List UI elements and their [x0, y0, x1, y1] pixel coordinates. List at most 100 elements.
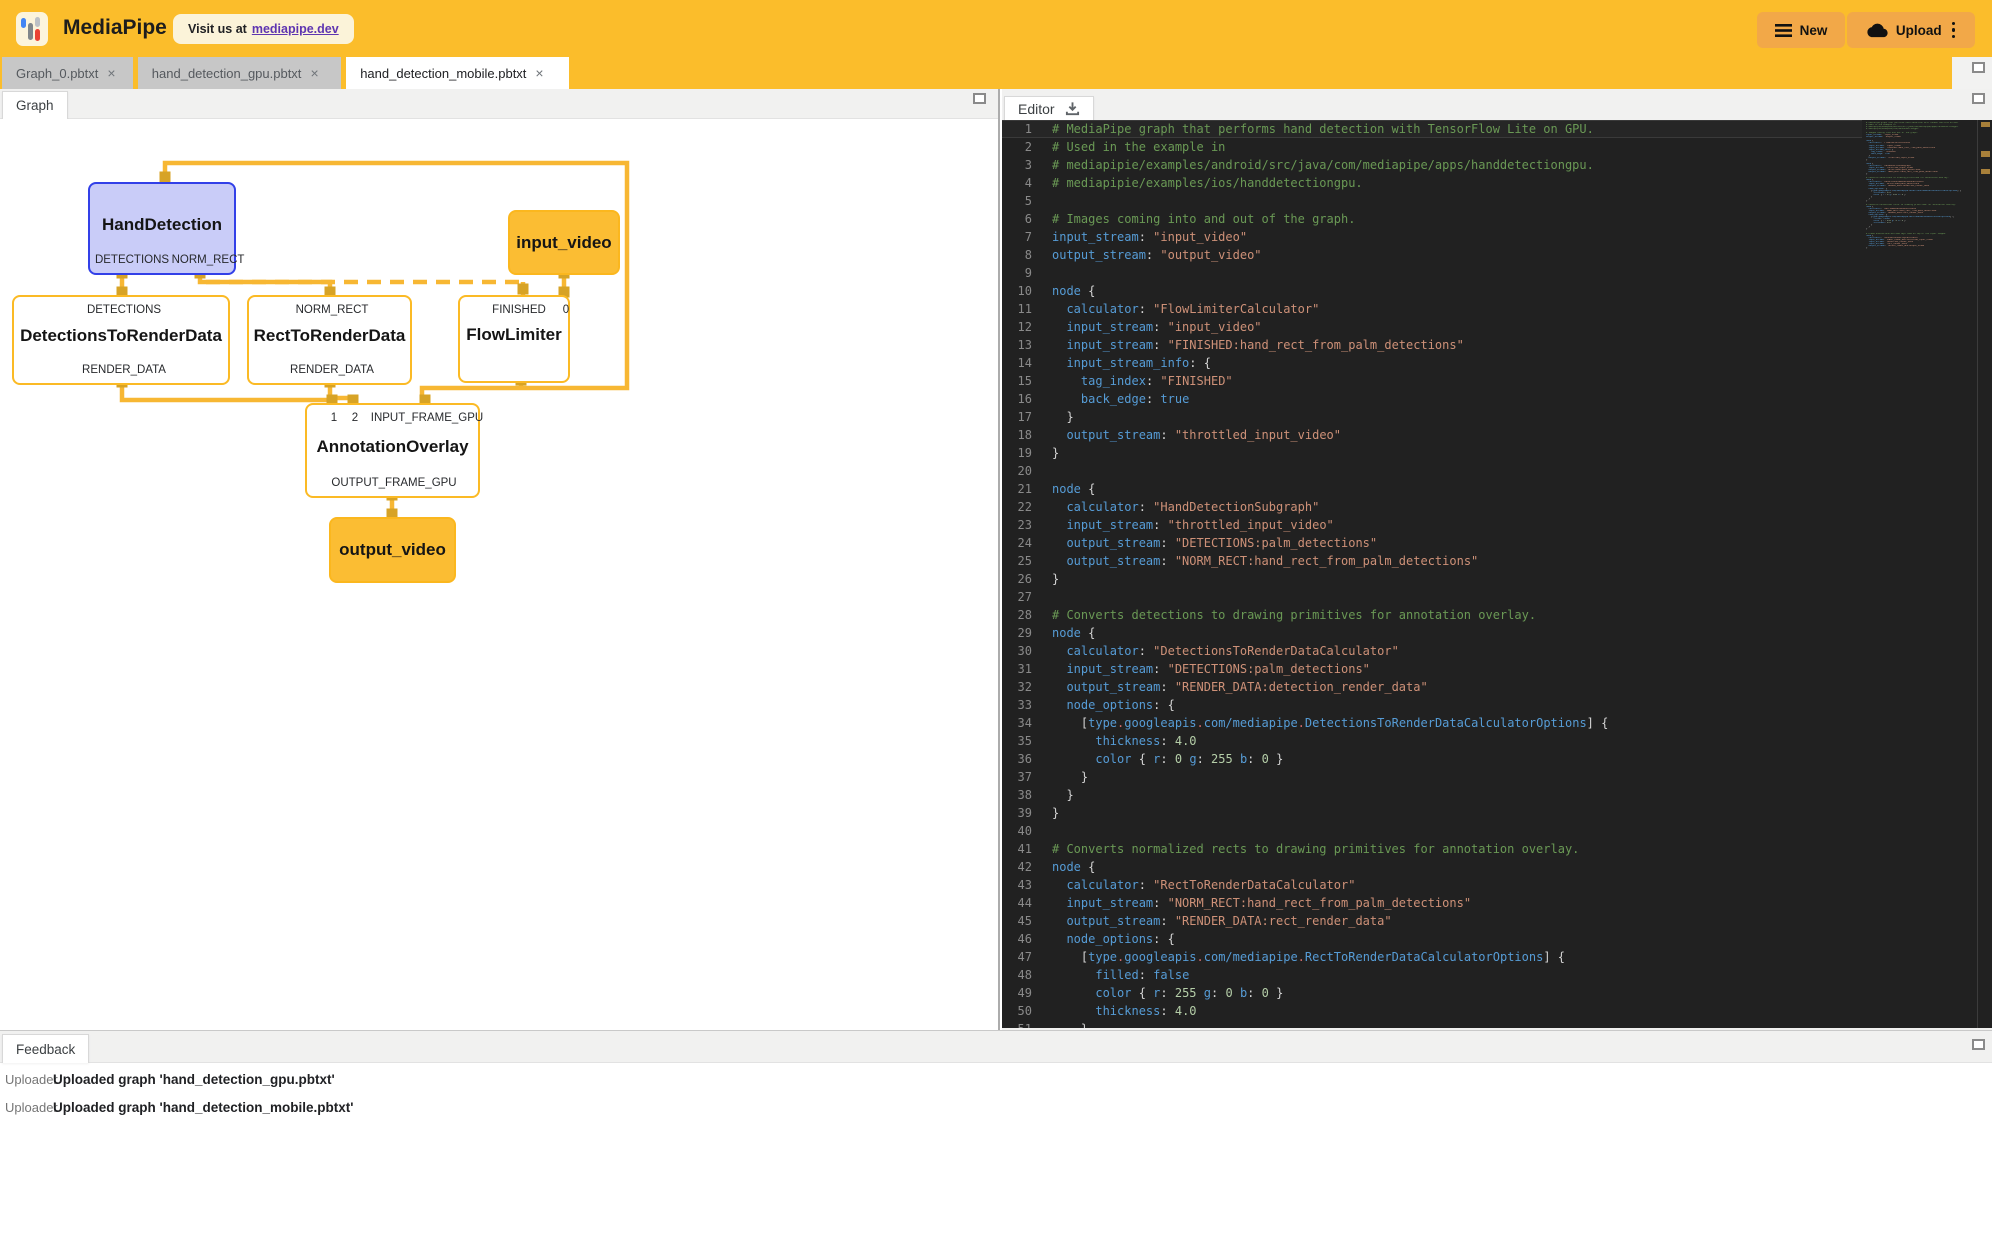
graph-node-FlowLimiter[interactable]: FlowLimiterFINISHED0 — [458, 295, 570, 383]
code-line-49: 49 color { r: 255 g: 0 b: 0 } — [1002, 984, 1862, 1002]
expand-feedback-panel-icon[interactable] — [1972, 1039, 1985, 1050]
document-tab-hand_detection_gpu.pbtxt[interactable]: hand_detection_gpu.pbtxt× — [138, 57, 341, 89]
document-tab-label: Graph_0.pbtxt — [16, 66, 98, 81]
code-line-35: 35 thickness: 4.0 — [1002, 732, 1862, 750]
graph-node-HandDetection[interactable]: HandDetectionDETECTIONSNORM_RECT — [88, 182, 236, 275]
graph-node-AnnotationOverlay[interactable]: AnnotationOverlay12INPUT_FRAME_GPUOUTPUT… — [305, 403, 480, 498]
line-number: 50 — [1002, 1002, 1032, 1020]
code-editor[interactable]: 1# MediaPipe graph that performs hand de… — [1002, 120, 1992, 1028]
code-line-9: 9 — [1002, 264, 1862, 282]
editor-panel: Editor 1# MediaPipe graph that performs … — [1002, 89, 1992, 1030]
code-line-40: 40 — [1002, 822, 1862, 840]
code-line-32: 32 output_stream: "RENDER_DATA:detection… — [1002, 678, 1862, 696]
line-number: 24 — [1002, 534, 1032, 552]
restore-layout-icon[interactable] — [1972, 62, 1985, 73]
line-number: 27 — [1002, 588, 1032, 606]
editor-tab-label: Editor — [1018, 101, 1055, 117]
node-input-port: INPUT_FRAME_GPU — [371, 412, 483, 424]
overview-ruler-mark — [1981, 151, 1990, 157]
code-line-1: 1# MediaPipe graph that performs hand de… — [1002, 120, 1862, 138]
line-number: 41 — [1002, 840, 1032, 858]
code-line-4: 4# mediapipie/examples/ios/handdetection… — [1002, 174, 1862, 192]
feedback-message: Uploaded graph 'hand_detection_gpu.pbtxt… — [53, 1072, 335, 1087]
overview-ruler-mark — [1981, 122, 1990, 127]
line-number: 46 — [1002, 930, 1032, 948]
code-line-31: 31 input_stream: "DETECTIONS:palm_detect… — [1002, 660, 1862, 678]
graph-node-DetectionsToRenderData[interactable]: DetectionsToRenderDataDETECTIONSRENDER_D… — [12, 295, 230, 385]
document-tab-Graph_0.pbtxt[interactable]: Graph_0.pbtxt × — [2, 57, 133, 89]
line-number: 13 — [1002, 336, 1032, 354]
graph-node-input_video[interactable]: input_video — [508, 210, 620, 275]
new-button-label: New — [1800, 23, 1828, 38]
code-line-25: 25 output_stream: "NORM_RECT:hand_rect_f… — [1002, 552, 1862, 570]
code-line-17: 17 } — [1002, 408, 1862, 426]
download-icon[interactable] — [1065, 101, 1080, 116]
line-number: 30 — [1002, 642, 1032, 660]
line-number: 2 — [1002, 138, 1032, 156]
expand-editor-panel-icon[interactable] — [1972, 93, 1985, 104]
line-number: 47 — [1002, 948, 1032, 966]
node-input-port: FINISHED — [492, 304, 546, 316]
line-number: 8 — [1002, 246, 1032, 264]
line-number: 10 — [1002, 282, 1032, 300]
tab-editor[interactable]: Editor — [1004, 96, 1094, 120]
graph-node-RectToRenderData[interactable]: RectToRenderDataNORM_RECTRENDER_DATA — [247, 295, 412, 385]
code-line-28: 28# Converts detections to drawing primi… — [1002, 606, 1862, 624]
node-input-port: NORM_RECT — [296, 304, 369, 316]
overview-ruler-mark — [1981, 169, 1990, 174]
node-input-port: 2 — [352, 412, 358, 424]
tab-graph[interactable]: Graph — [2, 91, 68, 119]
code-line-24: 24 output_stream: "DETECTIONS:palm_detec… — [1002, 534, 1862, 552]
graph-canvas[interactable]: HandDetection DETECTIONS NORM_RECT input_vi… — [0, 119, 998, 1030]
code-line-39: 39} — [1002, 804, 1862, 822]
visit-pill: Visit us at mediapipe.dev — [173, 14, 354, 44]
edge-connector — [518, 284, 529, 295]
upload-button[interactable]: Upload — [1847, 12, 1975, 48]
graph-panel-header: Graph — [0, 89, 998, 119]
graph-panel: Graph HandDetection DETECTIONS NORM_RECT in… — [0, 89, 1000, 1030]
code-line-18: 18 output_stream: "throttled_input_video… — [1002, 426, 1862, 444]
line-number: 4 — [1002, 174, 1032, 192]
node-title: input_video — [510, 233, 618, 253]
line-number: 38 — [1002, 786, 1032, 804]
line-number: 45 — [1002, 912, 1032, 930]
line-number: 6 — [1002, 210, 1032, 228]
line-number: 18 — [1002, 426, 1032, 444]
node-output-port: RENDER_DATA — [82, 364, 166, 376]
node-title: HandDetection — [90, 215, 234, 235]
code-line-23: 23 input_stream: "throttled_input_video" — [1002, 516, 1862, 534]
feedback-log: UploaderUploaded graph 'hand_detection_g… — [0, 1065, 1992, 1121]
code-line-41: 41# Converts normalized rects to drawing… — [1002, 840, 1862, 858]
edge-connector — [160, 172, 171, 183]
line-number: 12 — [1002, 318, 1032, 336]
code-line-20: 20 — [1002, 462, 1862, 480]
mediapipe-logo-icon — [16, 12, 48, 46]
tab-feedback[interactable]: Feedback — [2, 1034, 89, 1063]
code-line-46: 46 node_options: { — [1002, 930, 1862, 948]
document-tab-hand_detection_mobile.pbtxt[interactable]: hand_detection_mobile.pbtxt× — [346, 57, 569, 89]
code-line-33: 33 node_options: { — [1002, 696, 1862, 714]
line-number: 21 — [1002, 480, 1032, 498]
code-line-7: 7input_stream: "input_video" — [1002, 228, 1862, 246]
close-tab-icon[interactable]: × — [310, 66, 318, 80]
feedback-source: Uploader — [5, 1100, 53, 1115]
feedback-row: UploaderUploaded graph 'hand_detection_m… — [0, 1093, 1992, 1121]
new-button[interactable]: New — [1757, 12, 1845, 48]
upload-more-options-icon[interactable] — [1952, 20, 1956, 40]
code-line-2: 2# Used in the example in — [1002, 138, 1862, 156]
graph-edge — [200, 275, 330, 295]
code-line-8: 8output_stream: "output_video" — [1002, 246, 1862, 264]
graph-node-output_video[interactable]: output_video — [329, 517, 456, 583]
code-line-16: 16 back_edge: true — [1002, 390, 1862, 408]
line-number: 43 — [1002, 876, 1032, 894]
editor-minimap[interactable]: # MediaPipe graph that performs hand det… — [1862, 120, 1978, 1028]
close-tab-icon[interactable]: × — [535, 66, 543, 80]
node-output-port: DETECTIONS — [95, 254, 169, 266]
close-tab-icon[interactable]: × — [107, 66, 115, 80]
line-number: 31 — [1002, 660, 1032, 678]
editor-panel-header: Editor — [1002, 89, 1992, 120]
mediapipe-dev-link[interactable]: mediapipe.dev — [252, 22, 339, 36]
code-lines: 1# MediaPipe graph that performs hand de… — [1002, 120, 1862, 1028]
expand-graph-panel-icon[interactable] — [973, 93, 986, 104]
code-line-26: 26} — [1002, 570, 1862, 588]
